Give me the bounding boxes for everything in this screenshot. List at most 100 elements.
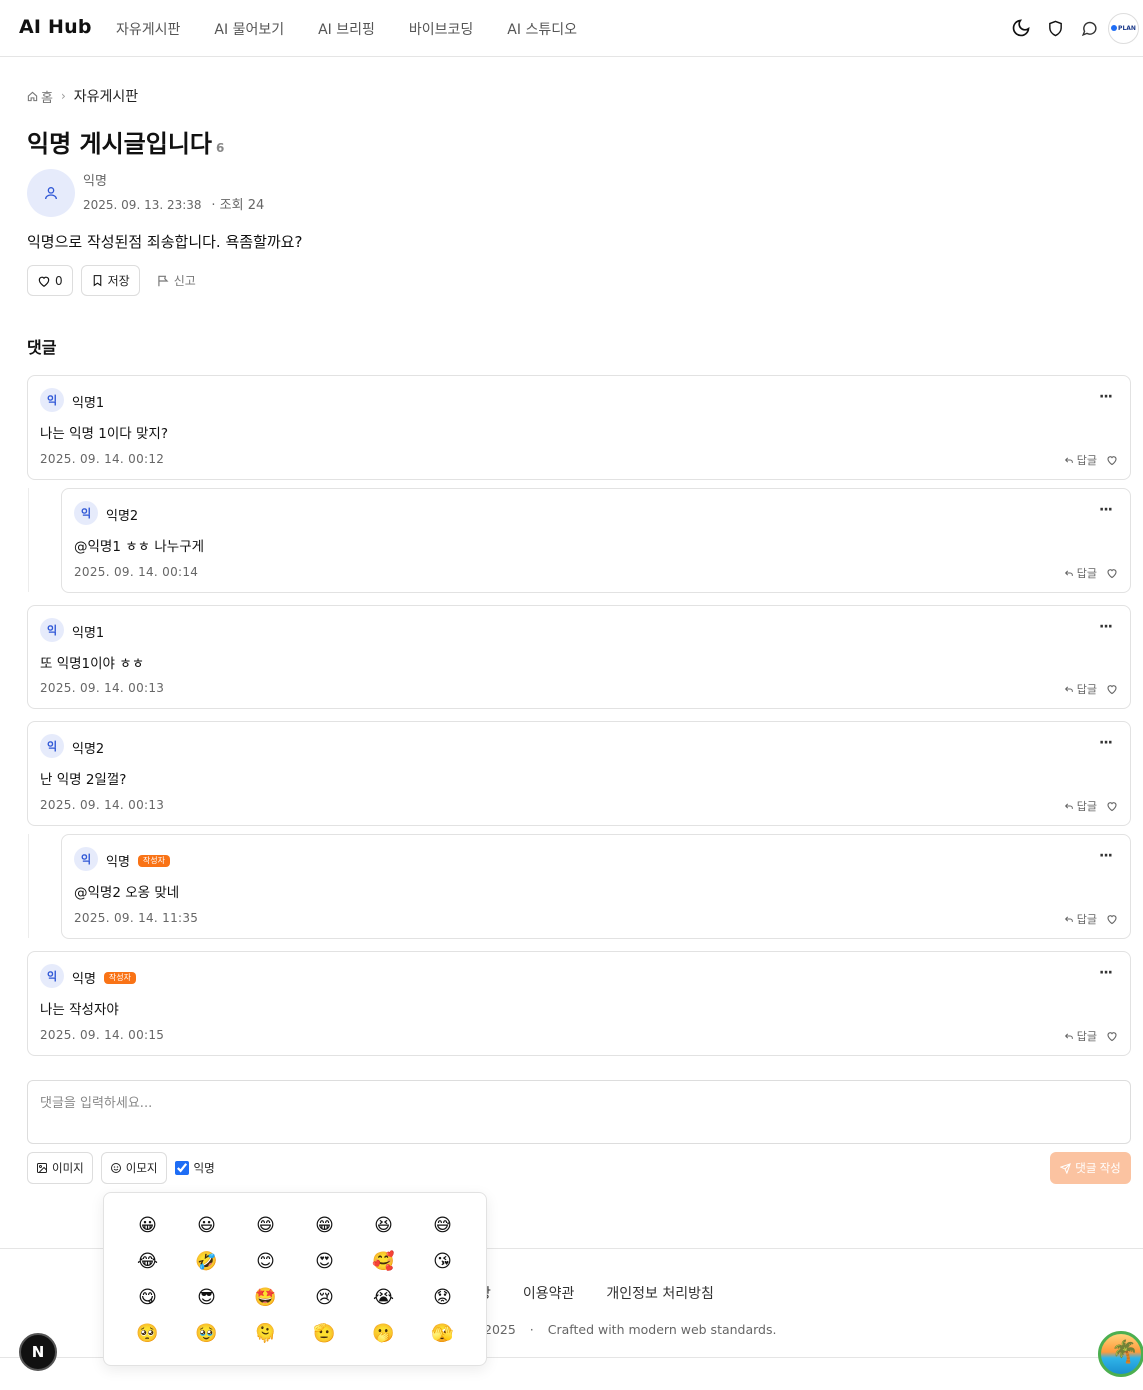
like-button[interactable]: 0 — [27, 265, 73, 296]
anonymous-label: 익명 — [193, 1161, 215, 1175]
comment-date: 2025. 09. 14. 00:13 — [40, 798, 165, 812]
emoji-option[interactable]: 😁 — [295, 1207, 354, 1243]
emoji-label: 이모지 — [125, 1161, 158, 1175]
breadcrumb-current[interactable]: 자유게시판 — [74, 86, 138, 106]
reply-label: 답글 — [1076, 567, 1097, 580]
submit-comment-button[interactable]: 댓글 작성 — [1050, 1152, 1131, 1184]
emoji-option[interactable]: 🥰 — [354, 1243, 413, 1279]
reply-icon — [1064, 1033, 1073, 1039]
heart-icon[interactable] — [1106, 913, 1118, 925]
emoji-option[interactable]: 😘 — [413, 1243, 472, 1279]
heart-icon[interactable] — [1106, 683, 1118, 695]
save-button[interactable]: 저장 — [80, 265, 140, 296]
heart-icon — [38, 276, 50, 287]
heart-icon[interactable] — [1106, 800, 1118, 812]
emoji-option[interactable]: 😃 — [177, 1207, 236, 1243]
more-options-icon[interactable]: ··· — [1099, 965, 1113, 981]
emoji-option[interactable]: 😍 — [295, 1243, 354, 1279]
nav-free-board[interactable]: 자유게시판 — [116, 19, 180, 39]
comment-text: 나는 익명 1이다 맞지? — [40, 426, 168, 442]
emoji-option[interactable]: 🥺 — [118, 1315, 177, 1351]
top-header: AI Hub 자유게시판 AI 물어보기 AI 브리핑 바이브코딩 AI 스튜디… — [0, 0, 1143, 57]
reply-button[interactable]: 답글 — [1064, 565, 1097, 581]
emoji-option[interactable]: 🫡 — [295, 1315, 354, 1351]
comment-item: 익 익명1 ··· 나는 익명 1이다 맞지? 2025. 09. 14. 00… — [27, 375, 1131, 480]
user-icon — [45, 187, 57, 200]
breadcrumb-home-label: 홈 — [41, 90, 53, 106]
comment-count: 6 — [216, 141, 225, 155]
comment-author: 익명2 — [106, 509, 139, 524]
palm-tree-icon: 🌴 — [1111, 1340, 1139, 1365]
report-button[interactable]: 신고 — [147, 265, 204, 296]
comment-date: 2025. 09. 14. 00:12 — [40, 452, 165, 466]
reply-button[interactable]: 답글 — [1064, 681, 1097, 697]
dark-mode-toggle-icon[interactable] — [1004, 12, 1038, 44]
nextjs-indicator[interactable]: N — [19, 1333, 57, 1371]
emoji-option[interactable]: 🫣 — [413, 1315, 472, 1351]
site-logo[interactable]: AI Hub — [19, 16, 92, 38]
post-actions: 0 저장 신고 — [27, 265, 212, 296]
emoji-option[interactable]: 😢 — [295, 1279, 354, 1315]
more-options-icon[interactable]: ··· — [1099, 502, 1113, 518]
floating-widget-avatar[interactable]: 🌴 — [1098, 1331, 1143, 1377]
editor-tools: 이미지 이모지 익명 — [27, 1152, 215, 1184]
emoji-button[interactable]: 이모지 — [100, 1152, 167, 1184]
reply-icon — [1064, 803, 1073, 809]
heart-icon[interactable] — [1106, 454, 1118, 466]
comment-author: 익명 — [106, 855, 130, 870]
emoji-option[interactable]: 😭 — [354, 1279, 413, 1315]
heart-icon[interactable] — [1106, 567, 1118, 579]
emoji-grid: 😀 😃 😄 😁 😆 😅 😂 🤣 😊 😍 🥰 😘 😋 😎 🤩 😢 😭 😟 🥺 🥹 🫠 🫡 🫢 🫣 — [118, 1207, 472, 1351]
image-button[interactable]: 이미지 — [27, 1152, 93, 1184]
shield-icon[interactable] — [1038, 12, 1072, 44]
nav-ai-ask[interactable]: AI 물어보기 — [214, 19, 284, 39]
anonymous-checkbox[interactable] — [174, 1161, 189, 1175]
emoji-option[interactable]: 😆 — [354, 1207, 413, 1243]
main-nav: 자유게시판 AI 물어보기 AI 브리핑 바이브코딩 AI 스튜디오 — [116, 19, 611, 39]
emoji-option[interactable]: 😊 — [236, 1243, 295, 1279]
footer-crafted: Crafted with modern web standards. — [547, 1322, 777, 1337]
more-options-icon[interactable]: ··· — [1099, 619, 1113, 635]
more-options-icon[interactable]: ··· — [1099, 735, 1113, 751]
comment-item: 익 익명1 ··· 또 익명1이야 ㅎㅎ 2025. 09. 14. 00:13… — [27, 605, 1131, 709]
reply-label: 답글 — [1076, 1030, 1097, 1043]
emoji-option[interactable]: 😋 — [118, 1279, 177, 1315]
chat-icon[interactable] — [1072, 12, 1106, 44]
reply-thread-line — [28, 834, 29, 938]
more-options-icon[interactable]: ··· — [1099, 389, 1113, 405]
emoji-option[interactable]: 😅 — [413, 1207, 472, 1243]
anonymous-toggle[interactable]: 익명 — [174, 1160, 215, 1176]
emoji-option[interactable]: 😟 — [413, 1279, 472, 1315]
post-date: 2025. 09. 13. 23:38 — [83, 197, 202, 212]
footer-link-terms[interactable]: 이용약관 — [523, 1283, 575, 1303]
reply-button[interactable]: 답글 — [1064, 798, 1097, 814]
breadcrumb-home[interactable]: 홈 — [27, 87, 53, 106]
reply-button[interactable]: 답글 — [1064, 1028, 1097, 1044]
emoji-option[interactable]: 😂 — [118, 1243, 177, 1279]
emoji-option[interactable]: 🤩 — [236, 1279, 295, 1315]
comment-editor — [27, 1080, 1131, 1144]
emoji-option[interactable]: 😄 — [236, 1207, 295, 1243]
reply-thread-line — [28, 488, 29, 592]
comment-text: @익명2 오옹 맞네 — [74, 885, 180, 901]
nav-ai-briefing[interactable]: AI 브리핑 — [318, 19, 375, 39]
more-options-icon[interactable]: ··· — [1099, 848, 1113, 864]
reply-button[interactable]: 답글 — [1064, 911, 1097, 927]
emoji-option[interactable]: 🫠 — [236, 1315, 295, 1351]
footer-link-privacy[interactable]: 개인정보 처리방침 — [606, 1283, 714, 1303]
emoji-option[interactable]: 🥹 — [177, 1315, 236, 1351]
user-avatar[interactable]: PLAN — [1108, 12, 1139, 44]
comment-text: @익명1 ㅎㅎ 나누구게 — [74, 539, 205, 555]
comment-date: 2025. 09. 14. 00:13 — [40, 681, 165, 695]
reply-button[interactable]: 답글 — [1064, 452, 1097, 468]
comment-date: 2025. 09. 14. 00:14 — [74, 565, 199, 579]
reply-icon — [1064, 686, 1073, 692]
emoji-option[interactable]: 🤣 — [177, 1243, 236, 1279]
nav-ai-studio[interactable]: AI 스튜디오 — [507, 19, 577, 39]
heart-icon[interactable] — [1106, 1030, 1118, 1042]
nav-vibe-coding[interactable]: 바이브코딩 — [409, 19, 473, 39]
comment-input[interactable] — [28, 1081, 1130, 1143]
emoji-option[interactable]: 😀 — [118, 1207, 177, 1243]
emoji-option[interactable]: 😎 — [177, 1279, 236, 1315]
emoji-option[interactable]: 🫢 — [354, 1315, 413, 1351]
